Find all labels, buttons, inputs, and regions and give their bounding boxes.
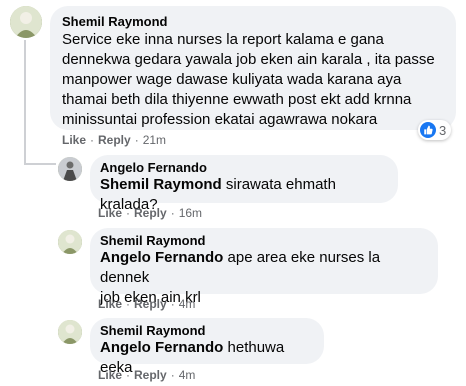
mention-link[interactable]: Angelo Fernando <box>100 339 223 356</box>
comment-actions: Like · Reply · 4m <box>98 297 195 311</box>
profile-photo <box>58 157 82 181</box>
timestamp[interactable]: 16m <box>179 206 202 220</box>
comment-actions: Like · Reply · 16m <box>98 206 202 220</box>
profile-photo <box>10 6 42 38</box>
reaction-count: 3 <box>439 122 447 138</box>
mention-link[interactable]: Angelo Fernando <box>100 249 223 266</box>
separator: · <box>134 133 139 147</box>
reply-button[interactable]: Reply <box>98 133 131 147</box>
separator: · <box>170 368 175 382</box>
comment-author[interactable]: Shemil Raymond <box>100 233 428 248</box>
like-button[interactable]: Like <box>98 368 122 382</box>
reply-button[interactable]: Reply <box>134 368 167 382</box>
comment-author[interactable]: Shemil Raymond <box>100 323 314 338</box>
comment-actions: Like · Reply · 4m <box>98 368 195 382</box>
comment-actions: Like · Reply · 21m <box>62 133 166 147</box>
profile-photo <box>58 320 82 344</box>
separator: · <box>170 206 175 220</box>
timestamp[interactable]: 21m <box>143 133 166 147</box>
comment-author[interactable]: Angelo Fernando <box>100 160 388 175</box>
comment-author[interactable]: Shemil Raymond <box>62 14 444 29</box>
thread-line-branch <box>24 163 56 165</box>
like-icon <box>420 122 436 138</box>
like-button[interactable]: Like <box>98 297 122 311</box>
reply-button[interactable]: Reply <box>134 206 167 220</box>
avatar[interactable] <box>58 320 82 344</box>
separator: · <box>170 297 175 311</box>
comment-text: Service eke inna nurses la report kalama… <box>62 31 435 128</box>
separator: · <box>126 368 131 382</box>
like-button[interactable]: Like <box>62 133 86 147</box>
avatar[interactable] <box>10 6 42 38</box>
mention-link[interactable]: Shemil Raymond <box>100 176 222 193</box>
comment-bubble: Shemil Raymond Angelo Fernando hethuwa e… <box>90 318 324 376</box>
comment-bubble: Shemil Raymond Angelo Fernando ape area … <box>90 228 438 306</box>
separator: · <box>126 206 131 220</box>
separator: · <box>90 133 95 147</box>
separator: · <box>126 297 131 311</box>
comment-bubble: Angelo Fernando Shemil Raymond sirawata … <box>90 155 398 213</box>
avatar[interactable] <box>58 157 82 181</box>
timestamp[interactable]: 4m <box>179 297 196 311</box>
comment-bubble: Shemil Raymond Service eke inna nurses l… <box>50 6 456 130</box>
avatar[interactable] <box>58 230 82 254</box>
profile-photo <box>58 230 82 254</box>
timestamp[interactable]: 4m <box>179 368 196 382</box>
reaction-count-badge[interactable]: 3 <box>418 120 452 140</box>
like-button[interactable]: Like <box>98 206 122 220</box>
reply-button[interactable]: Reply <box>134 297 167 311</box>
thread-line-main <box>24 40 26 165</box>
